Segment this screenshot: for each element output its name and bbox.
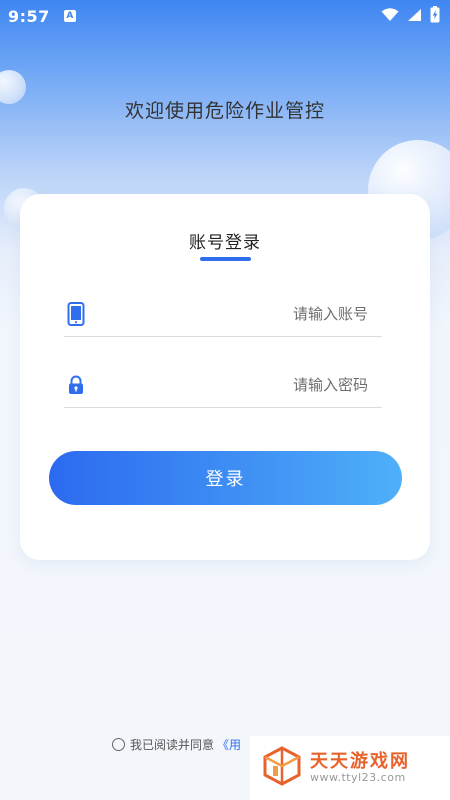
watermark-title: 天天游戏网 — [310, 751, 410, 773]
account-field[interactable] — [64, 291, 382, 337]
lock-icon — [64, 373, 88, 397]
tab-active-indicator — [200, 257, 251, 261]
login-card: 账号登录 登录 — [20, 194, 430, 560]
watermark-text: 天天游戏网 www.ttyl23.com — [310, 752, 410, 784]
watermark-url: www.ttyl23.com — [310, 770, 406, 784]
password-input[interactable] — [122, 375, 382, 394]
phone-icon — [64, 301, 88, 326]
watermark-logo-icon — [262, 746, 302, 790]
account-input[interactable] — [122, 304, 382, 323]
password-field[interactable] — [64, 362, 382, 408]
welcome-title: 欢迎使用危险作业管控 — [124, 100, 325, 122]
status-right — [381, 5, 440, 27]
battery-icon — [430, 5, 440, 27]
signal-icon — [407, 7, 422, 26]
agreement-radio[interactable] — [112, 737, 125, 751]
status-left: 9:57 A — [8, 7, 76, 26]
status-time: 9:57 — [8, 6, 50, 26]
login-button[interactable]: 登录 — [49, 451, 402, 505]
notification-app-icon: A — [63, 10, 76, 22]
agreement-row: 我已阅读并同意 《用 — [112, 735, 241, 753]
wifi-icon — [381, 7, 399, 26]
status-bar: 9:57 A — [0, 0, 450, 32]
tab-account-login[interactable]: 账号登录 — [20, 228, 430, 253]
agreement-text: 我已阅读并同意 — [130, 737, 215, 752]
user-agreement-link[interactable]: 《用 — [217, 736, 241, 753]
watermark: 天天游戏网 www.ttyl23.com — [250, 736, 450, 800]
